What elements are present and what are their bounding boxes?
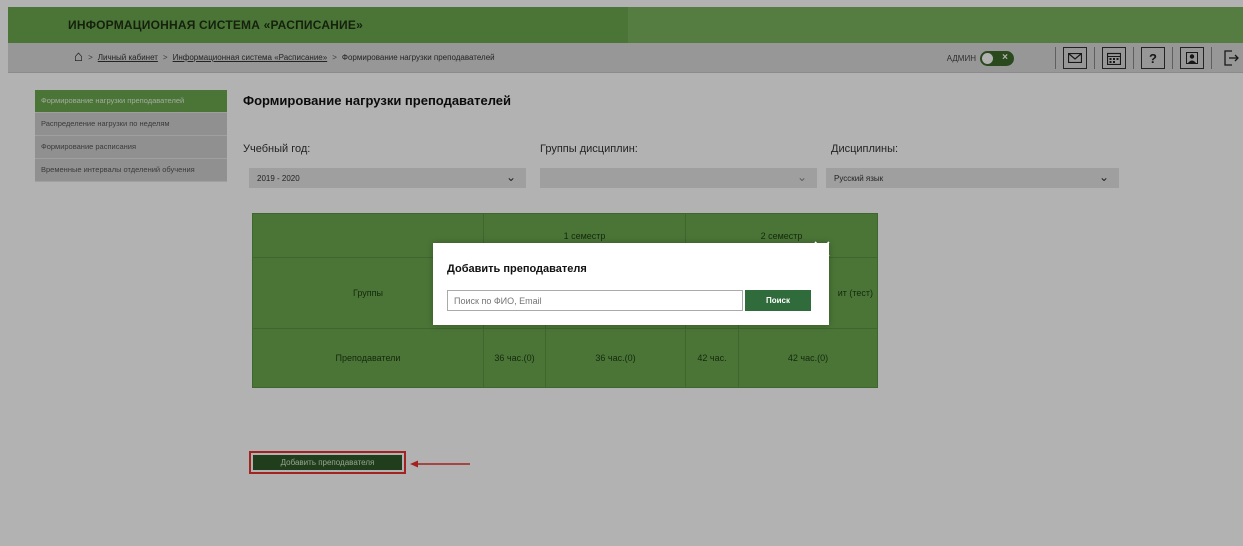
add-teacher-modal: Добавить преподавателя Поиск xyxy=(433,243,829,325)
app-root: ИНФОРМАЦИОННАЯ СИСТЕМА «РАСПИСАНИЕ» ⌂ > … xyxy=(0,0,1243,546)
close-icon[interactable] xyxy=(813,240,831,258)
teacher-search-input[interactable] xyxy=(447,290,743,311)
modal-title: Добавить преподавателя xyxy=(447,263,587,275)
search-button[interactable]: Поиск xyxy=(745,290,811,311)
